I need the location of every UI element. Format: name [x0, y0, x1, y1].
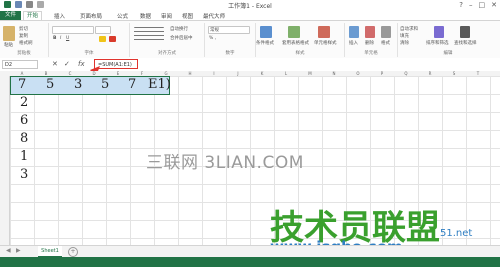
group-label: 数字	[225, 51, 235, 56]
cell-A1[interactable]: 7	[18, 77, 26, 92]
underline-icon[interactable]: U	[66, 36, 69, 41]
fill-button[interactable]: 填充	[400, 33, 409, 39]
cut-button[interactable]: 剪切	[19, 26, 28, 32]
delete-button[interactable]: 删除	[365, 40, 374, 46]
cell-B1[interactable]: 5	[46, 77, 54, 92]
merge-center-button[interactable]: 合并后居中	[170, 35, 193, 41]
cell-A2[interactable]: 2	[20, 95, 28, 110]
add-sheet-icon[interactable]: +	[68, 247, 78, 257]
tab-plugin[interactable]: 最代大师	[203, 12, 225, 20]
insert-cells-icon[interactable]	[349, 26, 359, 38]
tab-data[interactable]: 数据	[140, 12, 151, 20]
ribbon-tabs: 文件 开始 插入 页面布局 公式 数据 审阅 视图 最代大师	[0, 11, 500, 21]
tab-formulas[interactable]: 公式	[117, 12, 128, 20]
cancel-icon[interactable]: ✕	[52, 60, 58, 68]
table-format-button[interactable]: 套用表格格式	[282, 40, 309, 46]
conditional-format-icon[interactable]	[260, 26, 272, 38]
tab-review[interactable]: 审阅	[161, 12, 172, 20]
tab-insert[interactable]: 插入	[54, 12, 65, 20]
table-format-icon[interactable]	[288, 26, 300, 38]
tab-view[interactable]: 视图	[182, 12, 193, 20]
format-button[interactable]: 格式	[381, 40, 390, 46]
group-alignment: 自动换行 合并后居中 对齐方式	[130, 23, 205, 57]
cell-E1[interactable]: 7	[128, 77, 136, 92]
cell-A4[interactable]: 8	[20, 131, 28, 146]
font-name-dropdown[interactable]	[52, 26, 94, 34]
italic-icon[interactable]: I	[60, 36, 61, 41]
cell-F1[interactable]: E1)	[148, 77, 171, 92]
cell-style-icon[interactable]	[318, 26, 330, 38]
cell-D1[interactable]: 5	[101, 77, 109, 92]
fill-color-icon[interactable]	[99, 36, 106, 42]
font-size-dropdown[interactable]	[95, 26, 111, 34]
copy-button[interactable]: 复制	[19, 33, 28, 39]
sort-filter-icon[interactable]	[434, 26, 444, 38]
delete-cells-icon[interactable]	[365, 26, 375, 38]
paste-label[interactable]: 粘贴	[4, 42, 13, 48]
align-icons[interactable]	[134, 27, 164, 43]
status-bar	[0, 257, 500, 267]
group-number: 常规 % , 数字	[205, 23, 256, 57]
tab-page-layout[interactable]: 页面布局	[80, 12, 102, 20]
format-painter-button[interactable]: 格式刷	[19, 40, 33, 46]
wrap-text-button[interactable]: 自动换行	[170, 26, 188, 32]
watermark-3lian: 三联网 3LIAN.COM	[146, 153, 304, 173]
conditional-format-button[interactable]: 条件格式	[256, 40, 274, 46]
tab-file[interactable]: 文件	[0, 11, 21, 20]
group-label: 字体	[84, 51, 94, 56]
prev-sheet-icon[interactable]: ◀	[6, 247, 11, 254]
row-headers	[0, 76, 10, 245]
group-label: 样式	[295, 51, 305, 56]
clear-button[interactable]: 清除	[400, 40, 409, 46]
selected-range[interactable]	[10, 76, 170, 95]
cell-A5[interactable]: 1	[20, 149, 28, 164]
title-bar: 工作簿1 - Excel ? – □ ✕	[0, 0, 500, 11]
group-cells: 插入 删除 格式 单元格	[345, 23, 398, 57]
window-controls: ? – □ ✕	[459, 1, 497, 9]
format-cells-icon[interactable]	[381, 26, 391, 38]
group-editing: 自动求和 填充 清除 排序和筛选 查找和选择 编辑	[398, 23, 498, 57]
insert-button[interactable]: 插入	[349, 40, 358, 46]
sort-filter-button[interactable]: 排序和筛选	[426, 40, 449, 46]
group-label: 编辑	[443, 51, 453, 56]
find-select-button[interactable]: 查找和选择	[454, 40, 477, 46]
cell-C1[interactable]: 3	[74, 77, 82, 92]
cell-A6[interactable]: 3	[20, 167, 28, 182]
cell-A3[interactable]: 6	[20, 113, 28, 128]
next-sheet-icon[interactable]: ▶	[16, 247, 21, 254]
group-label: 单元格	[364, 51, 378, 56]
autosum-button[interactable]: 自动求和	[400, 26, 418, 32]
ribbon: 粘贴 剪切 复制 格式刷 剪贴板 B I U 字体 自动换行 合并后居中 对齐方…	[0, 20, 500, 60]
maximize-icon[interactable]: □	[479, 1, 486, 9]
cell-style-button[interactable]: 单元格样式	[314, 40, 337, 46]
group-clipboard: 粘贴 剪切 复制 格式刷 剪贴板	[0, 23, 49, 57]
group-styles: 条件格式 套用表格格式 单元格样式 样式	[256, 23, 345, 57]
find-select-icon[interactable]	[460, 26, 470, 38]
watermark-51: 51.net	[440, 228, 473, 239]
close-icon[interactable]: ✕	[491, 1, 497, 9]
paste-icon[interactable]	[3, 26, 15, 41]
bold-icon[interactable]: B	[53, 36, 56, 41]
group-label: 剪贴板	[17, 51, 31, 56]
group-label: 对齐方式	[158, 51, 176, 56]
window-title: 工作簿1 - Excel	[228, 3, 272, 10]
name-box[interactable]: D2	[2, 60, 38, 69]
font-color-icon[interactable]	[109, 36, 116, 42]
number-format-value: 常规	[210, 28, 219, 33]
minimize-icon[interactable]: –	[469, 1, 473, 9]
help-icon[interactable]: ?	[459, 1, 463, 9]
group-font: B I U 字体	[49, 23, 130, 57]
percent-icon[interactable]: % ,	[209, 36, 216, 41]
